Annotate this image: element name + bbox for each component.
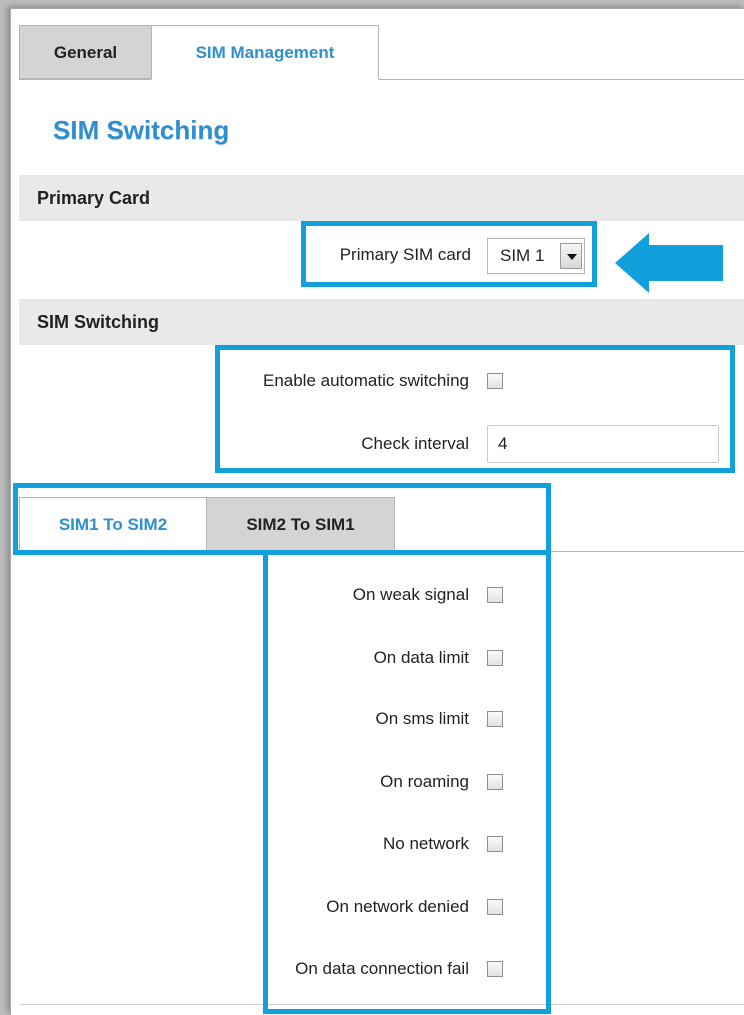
settings-panel: General SIM Management SIM Switching Pri… [10,8,744,1015]
highlight-switching-options [215,345,735,473]
main-tabbar: General SIM Management [19,17,744,80]
page-title: SIM Switching [53,115,230,145]
left-arrow-icon [615,233,723,293]
tab-general[interactable]: General [19,25,151,79]
tab-sim-management[interactable]: SIM Management [151,25,379,80]
section-primary-card: Primary Card [19,175,744,221]
section-sim-switching: SIM Switching [19,299,744,345]
highlight-sub-tabs [13,483,551,555]
highlight-conditions [263,550,551,1014]
highlight-primary-sim [301,221,597,287]
